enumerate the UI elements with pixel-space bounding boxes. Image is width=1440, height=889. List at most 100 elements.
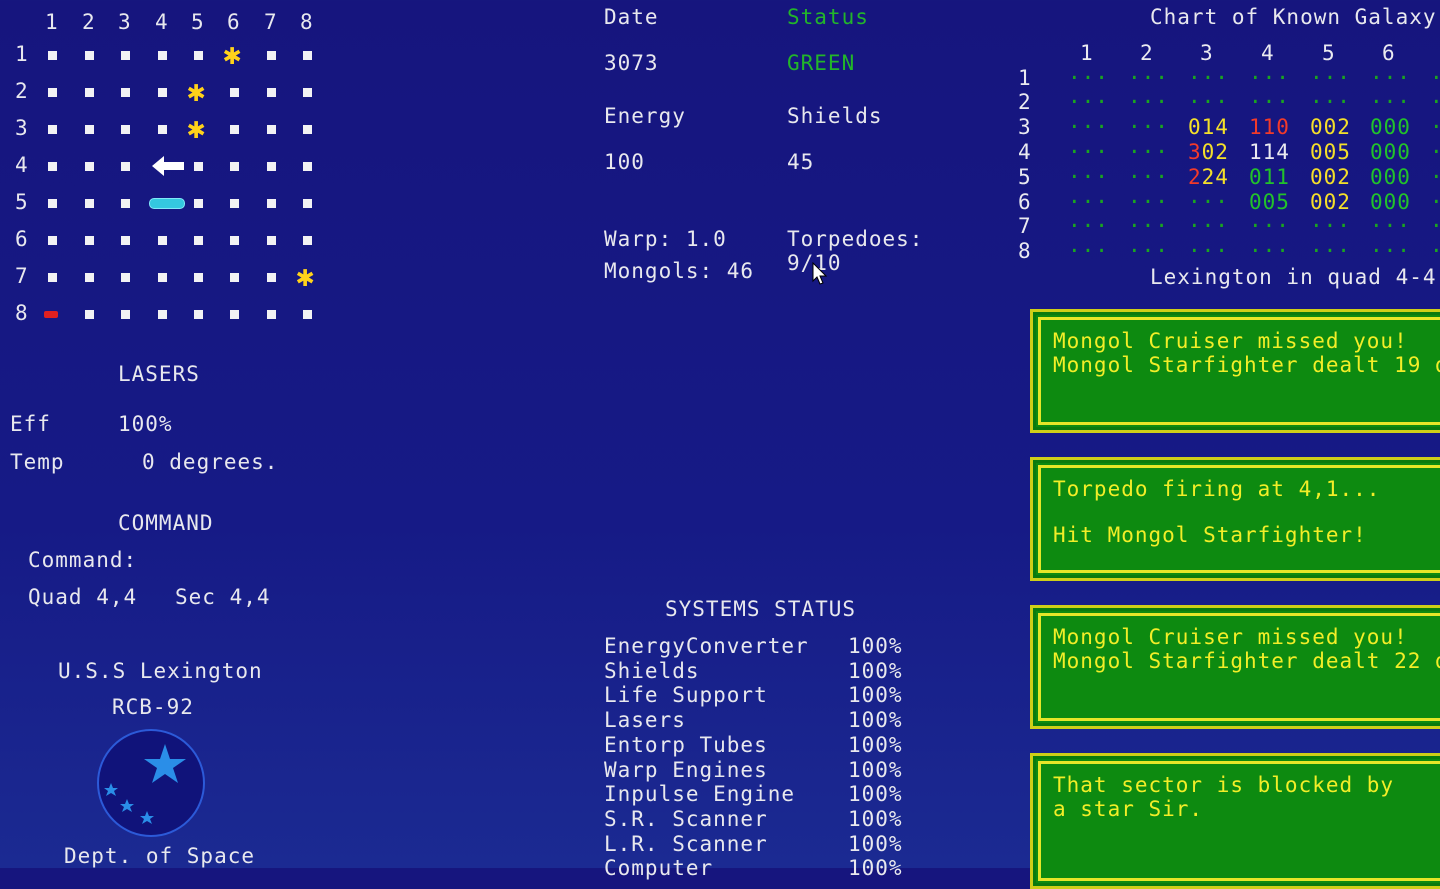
empty-sector-icon[interactable] (158, 125, 167, 134)
star-emblem-icon (104, 744, 186, 824)
empty-sector-icon[interactable] (303, 199, 312, 208)
empty-sector-icon[interactable] (158, 236, 167, 245)
system-name: Inpulse Engine (604, 782, 796, 807)
status-label: Status (787, 5, 869, 29)
scanner-row-label: 7 (15, 264, 28, 288)
galaxy-unknown-quadrant: ... (1430, 184, 1440, 208)
empty-sector-icon[interactable] (121, 88, 130, 97)
scanner-row-label: 2 (15, 79, 28, 103)
empty-sector-icon[interactable] (121, 199, 130, 208)
star-icon[interactable]: ✱ (296, 262, 314, 292)
galaxy-quadrant-value: 000 (1370, 140, 1411, 164)
empty-sector-icon[interactable] (267, 199, 276, 208)
empty-sector-icon[interactable] (303, 236, 312, 245)
empty-sector-icon[interactable] (194, 236, 203, 245)
empty-sector-icon[interactable] (267, 162, 276, 171)
galaxy-unknown-quadrant: ... (1128, 184, 1169, 208)
empty-sector-icon[interactable] (158, 88, 167, 97)
scanner-col-label: 2 (82, 10, 95, 34)
empty-sector-icon[interactable] (48, 273, 57, 282)
empty-sector-icon[interactable] (267, 51, 276, 60)
empty-sector-icon[interactable] (267, 88, 276, 97)
galaxy-row-label: 3 (1018, 115, 1032, 139)
empty-sector-icon[interactable] (230, 125, 239, 134)
empty-sector-icon[interactable] (48, 125, 57, 134)
status-value: GREEN (787, 51, 856, 75)
empty-sector-icon[interactable] (158, 51, 167, 60)
system-name: Entorp Tubes (604, 732, 768, 757)
empty-sector-icon[interactable] (121, 125, 130, 134)
empty-sector-icon[interactable] (267, 273, 276, 282)
empty-sector-icon[interactable] (303, 125, 312, 134)
empty-sector-icon[interactable] (267, 125, 276, 134)
empty-sector-icon[interactable] (194, 162, 203, 171)
empty-sector-icon[interactable] (230, 310, 239, 319)
system-value: 100% (848, 634, 903, 658)
galaxy-value-part: 10 (1262, 115, 1290, 139)
empty-sector-icon[interactable] (121, 236, 130, 245)
empty-sector-icon[interactable] (85, 51, 94, 60)
player-ship-icon[interactable] (150, 154, 186, 180)
star-icon[interactable]: ✱ (187, 114, 205, 144)
empty-sector-icon[interactable] (194, 199, 203, 208)
empty-sector-icon[interactable] (85, 199, 94, 208)
star-icon[interactable]: ✱ (223, 40, 241, 70)
empty-sector-icon[interactable] (85, 236, 94, 245)
scanner-row-label: 5 (15, 190, 28, 214)
empty-sector-icon[interactable] (230, 199, 239, 208)
empty-sector-icon[interactable] (85, 162, 94, 171)
empty-sector-icon[interactable] (48, 88, 57, 97)
galaxy-unknown-quadrant: ... (1430, 84, 1440, 108)
empty-sector-icon[interactable] (194, 273, 203, 282)
lasers-eff-label: Eff (10, 412, 51, 436)
lasers-title: LASERS (118, 362, 200, 386)
empty-sector-icon[interactable] (230, 162, 239, 171)
empty-sector-icon[interactable] (121, 51, 130, 60)
galaxy-unknown-quadrant: ... (1310, 60, 1351, 84)
empty-sector-icon[interactable] (303, 51, 312, 60)
empty-sector-icon[interactable] (230, 273, 239, 282)
empty-sector-icon[interactable] (303, 162, 312, 171)
empty-sector-icon[interactable] (48, 199, 57, 208)
empty-sector-icon[interactable] (303, 88, 312, 97)
galaxy-unknown-quadrant: ... (1188, 84, 1229, 108)
scanner-col-label: 3 (118, 10, 131, 34)
empty-sector-icon[interactable] (121, 273, 130, 282)
empty-sector-icon[interactable] (230, 88, 239, 97)
star-icon[interactable]: ✱ (187, 77, 205, 107)
empty-sector-icon[interactable] (267, 236, 276, 245)
empty-sector-icon[interactable] (48, 236, 57, 245)
empty-sector-icon[interactable] (303, 310, 312, 319)
galaxy-unknown-quadrant: ... (1188, 208, 1229, 232)
empty-sector-icon[interactable] (85, 310, 94, 319)
empty-sector-icon[interactable] (48, 162, 57, 171)
empty-sector-icon[interactable] (158, 310, 167, 319)
empty-sector-icon[interactable] (230, 236, 239, 245)
empty-sector-icon[interactable] (267, 310, 276, 319)
empty-sector-icon[interactable] (85, 125, 94, 134)
empty-sector-icon[interactable] (194, 51, 203, 60)
scanner-row-label: 3 (15, 116, 28, 140)
system-name: L.R. Scanner (604, 831, 768, 856)
system-name: Computer (604, 856, 714, 881)
galaxy-unknown-quadrant: ... (1068, 208, 1109, 232)
energy-value: 100 (604, 150, 645, 174)
mongol-cruiser-icon[interactable] (149, 198, 185, 209)
galaxy-unknown-quadrant: ... (1249, 233, 1290, 257)
system-value: 100% (848, 732, 903, 757)
empty-sector-icon[interactable] (85, 273, 94, 282)
empty-sector-icon[interactable] (158, 273, 167, 282)
lasers-temp-value: 0 degrees. (142, 450, 279, 474)
empty-sector-icon[interactable] (121, 162, 130, 171)
empty-sector-icon[interactable] (85, 88, 94, 97)
empty-sector-icon[interactable] (121, 310, 130, 319)
scanner-row-label: 8 (15, 301, 28, 325)
message-box: Mongol Cruiser missed you! Mongol Starfi… (1030, 605, 1440, 729)
message-line: Hit Mongol Starfighter! (1053, 523, 1367, 547)
scanner-row-label: 4 (15, 153, 28, 177)
mongol-starfighter-icon[interactable] (44, 311, 58, 318)
empty-sector-icon[interactable] (194, 310, 203, 319)
galaxy-unknown-quadrant: ... (1370, 208, 1411, 232)
empty-sector-icon[interactable] (48, 51, 57, 60)
command-prompt[interactable]: Command: (28, 548, 137, 572)
